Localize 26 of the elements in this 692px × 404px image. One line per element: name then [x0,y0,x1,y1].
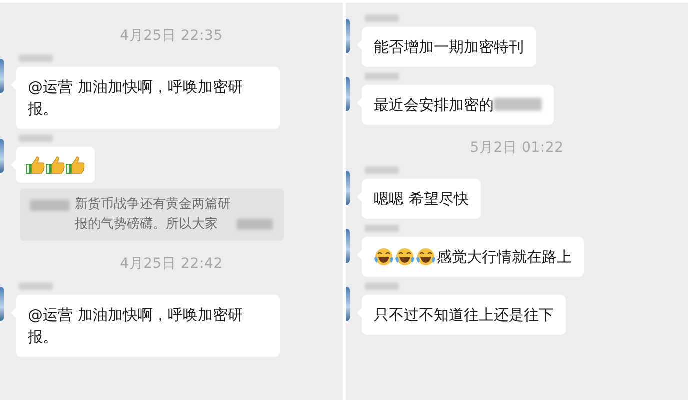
name-redaction [365,167,399,174]
quoted-message[interactable]: 新货币战争还有黄金两篇研报的气势磅礴。所以大家 [20,189,284,241]
message-text: 嗯嗯 希望尽快 [374,190,469,208]
timestamp: 4月25日 22:42 [120,255,223,273]
laughing-emoji-icon [374,248,394,266]
timestamp: 5月2日 01:22 [470,139,564,157]
laughing-emoji-icon [395,248,415,266]
message-text: 最近会安排加密的 [374,96,494,114]
name-redaction [19,55,53,62]
name-redaction [19,135,53,142]
timestamp: 4月25日 22:35 [120,27,223,45]
message-text: 只不过不知道往上还是往下 [374,306,554,324]
name-redaction [365,73,399,80]
quote-text: 新货币战争还有黄金两篇研报的气势磅礴。所以大家 [75,196,232,234]
message-text: 能否增加一期加密特刊 [374,38,524,56]
name-redaction [365,283,399,290]
name-redaction [19,283,53,290]
thumbs-up-icon [26,156,45,174]
name-redaction [365,15,399,22]
thumbs-up-icon [66,156,85,174]
message-text: 感觉大行情就在路上 [437,247,572,268]
laughing-emoji-icon [416,248,436,266]
name-redaction [365,225,399,232]
message-text: @运营 加油加快啊，呼唤加密研报。 [28,78,243,118]
thumbs-up-icon [46,156,65,174]
message-text: @运营 加油加快啊，呼唤加密研报。 [28,306,243,346]
